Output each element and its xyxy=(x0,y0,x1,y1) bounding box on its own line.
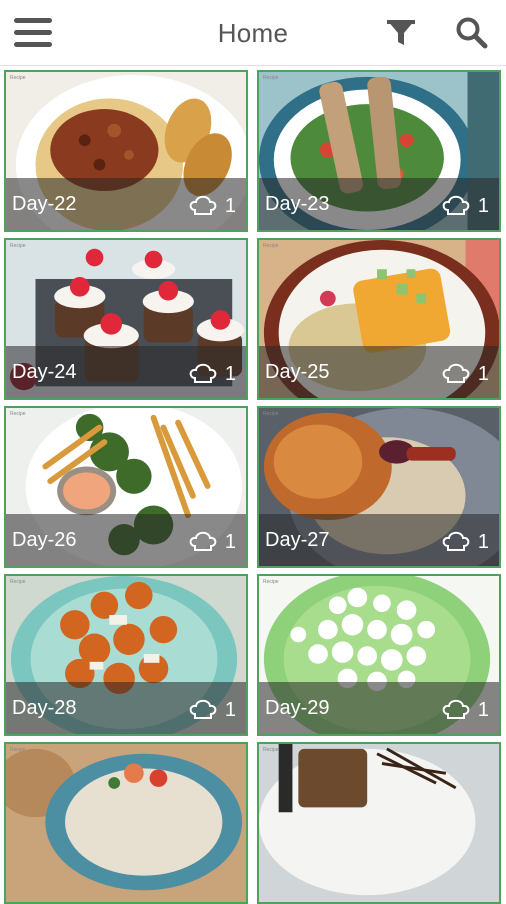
chef-hat-icon xyxy=(442,699,470,719)
recipe-card[interactable]: Recipe Day-25 1 xyxy=(257,238,501,400)
day-label: Day-27 xyxy=(265,529,330,551)
chef-count: 1 xyxy=(189,362,236,386)
recipe-card[interactable]: Recipe Day-22 1 xyxy=(4,70,248,232)
day-label: Day-28 xyxy=(12,697,77,719)
chef-hat-icon xyxy=(189,699,217,719)
recipe-card[interactable]: Recipe xyxy=(257,742,501,904)
count-value: 1 xyxy=(224,530,236,553)
recipe-card[interactable]: Recipe Day-24 1 xyxy=(4,238,248,400)
chef-hat-icon xyxy=(442,531,470,551)
day-label: Day-25 xyxy=(265,361,330,383)
brand-tag: Recipe xyxy=(10,579,26,585)
recipe-photo xyxy=(6,744,246,902)
chef-count: 1 xyxy=(442,698,489,722)
count-value: 1 xyxy=(477,194,489,217)
brand-tag: Recipe xyxy=(10,411,26,417)
chef-hat-icon xyxy=(442,195,470,215)
brand-tag: Recipe xyxy=(263,75,279,81)
page-title: Home xyxy=(217,18,289,48)
app-bar: Home xyxy=(0,0,506,66)
count-value: 1 xyxy=(477,530,489,553)
recipe-card[interactable]: Recipe Day-29 1 xyxy=(257,574,501,736)
day-label: Day-24 xyxy=(12,361,77,383)
recipe-card[interactable]: Recipe Day-26 1 xyxy=(4,406,248,568)
day-label: Day-26 xyxy=(12,529,77,551)
recipe-card[interactable]: Recipe Day-27 1 xyxy=(257,406,501,568)
chef-hat-icon xyxy=(189,363,217,383)
count-value: 1 xyxy=(224,362,236,385)
day-label: Day-23 xyxy=(265,193,330,215)
filter-icon[interactable] xyxy=(385,16,417,48)
brand-tag: Recipe xyxy=(263,411,279,417)
recipe-card[interactable]: Recipe Day-28 1 xyxy=(4,574,248,736)
brand-tag: Recipe xyxy=(10,75,26,81)
count-value: 1 xyxy=(477,362,489,385)
brand-tag: Recipe xyxy=(10,243,26,249)
recipe-card[interactable]: Recipe xyxy=(4,742,248,904)
count-value: 1 xyxy=(224,698,236,721)
recipe-grid: Recipe Day-22 1 Recipe Day-23 1 Recipe D… xyxy=(0,66,506,904)
chef-hat-icon xyxy=(189,195,217,215)
chef-count: 1 xyxy=(189,698,236,722)
chef-count: 1 xyxy=(442,530,489,554)
count-value: 1 xyxy=(224,194,236,217)
brand-tag: Recipe xyxy=(10,747,26,753)
recipe-photo xyxy=(259,744,499,902)
brand-tag: Recipe xyxy=(263,747,279,753)
day-label: Day-22 xyxy=(12,193,77,215)
chef-count: 1 xyxy=(442,194,489,218)
chef-count: 1 xyxy=(442,362,489,386)
chef-count: 1 xyxy=(189,194,236,218)
chef-hat-icon xyxy=(442,363,470,383)
recipe-card[interactable]: Recipe Day-23 1 xyxy=(257,70,501,232)
chef-count: 1 xyxy=(189,530,236,554)
brand-tag: Recipe xyxy=(263,243,279,249)
count-value: 1 xyxy=(477,698,489,721)
chef-hat-icon xyxy=(189,531,217,551)
brand-tag: Recipe xyxy=(263,579,279,585)
day-label: Day-29 xyxy=(265,697,330,719)
search-icon[interactable] xyxy=(454,15,488,49)
